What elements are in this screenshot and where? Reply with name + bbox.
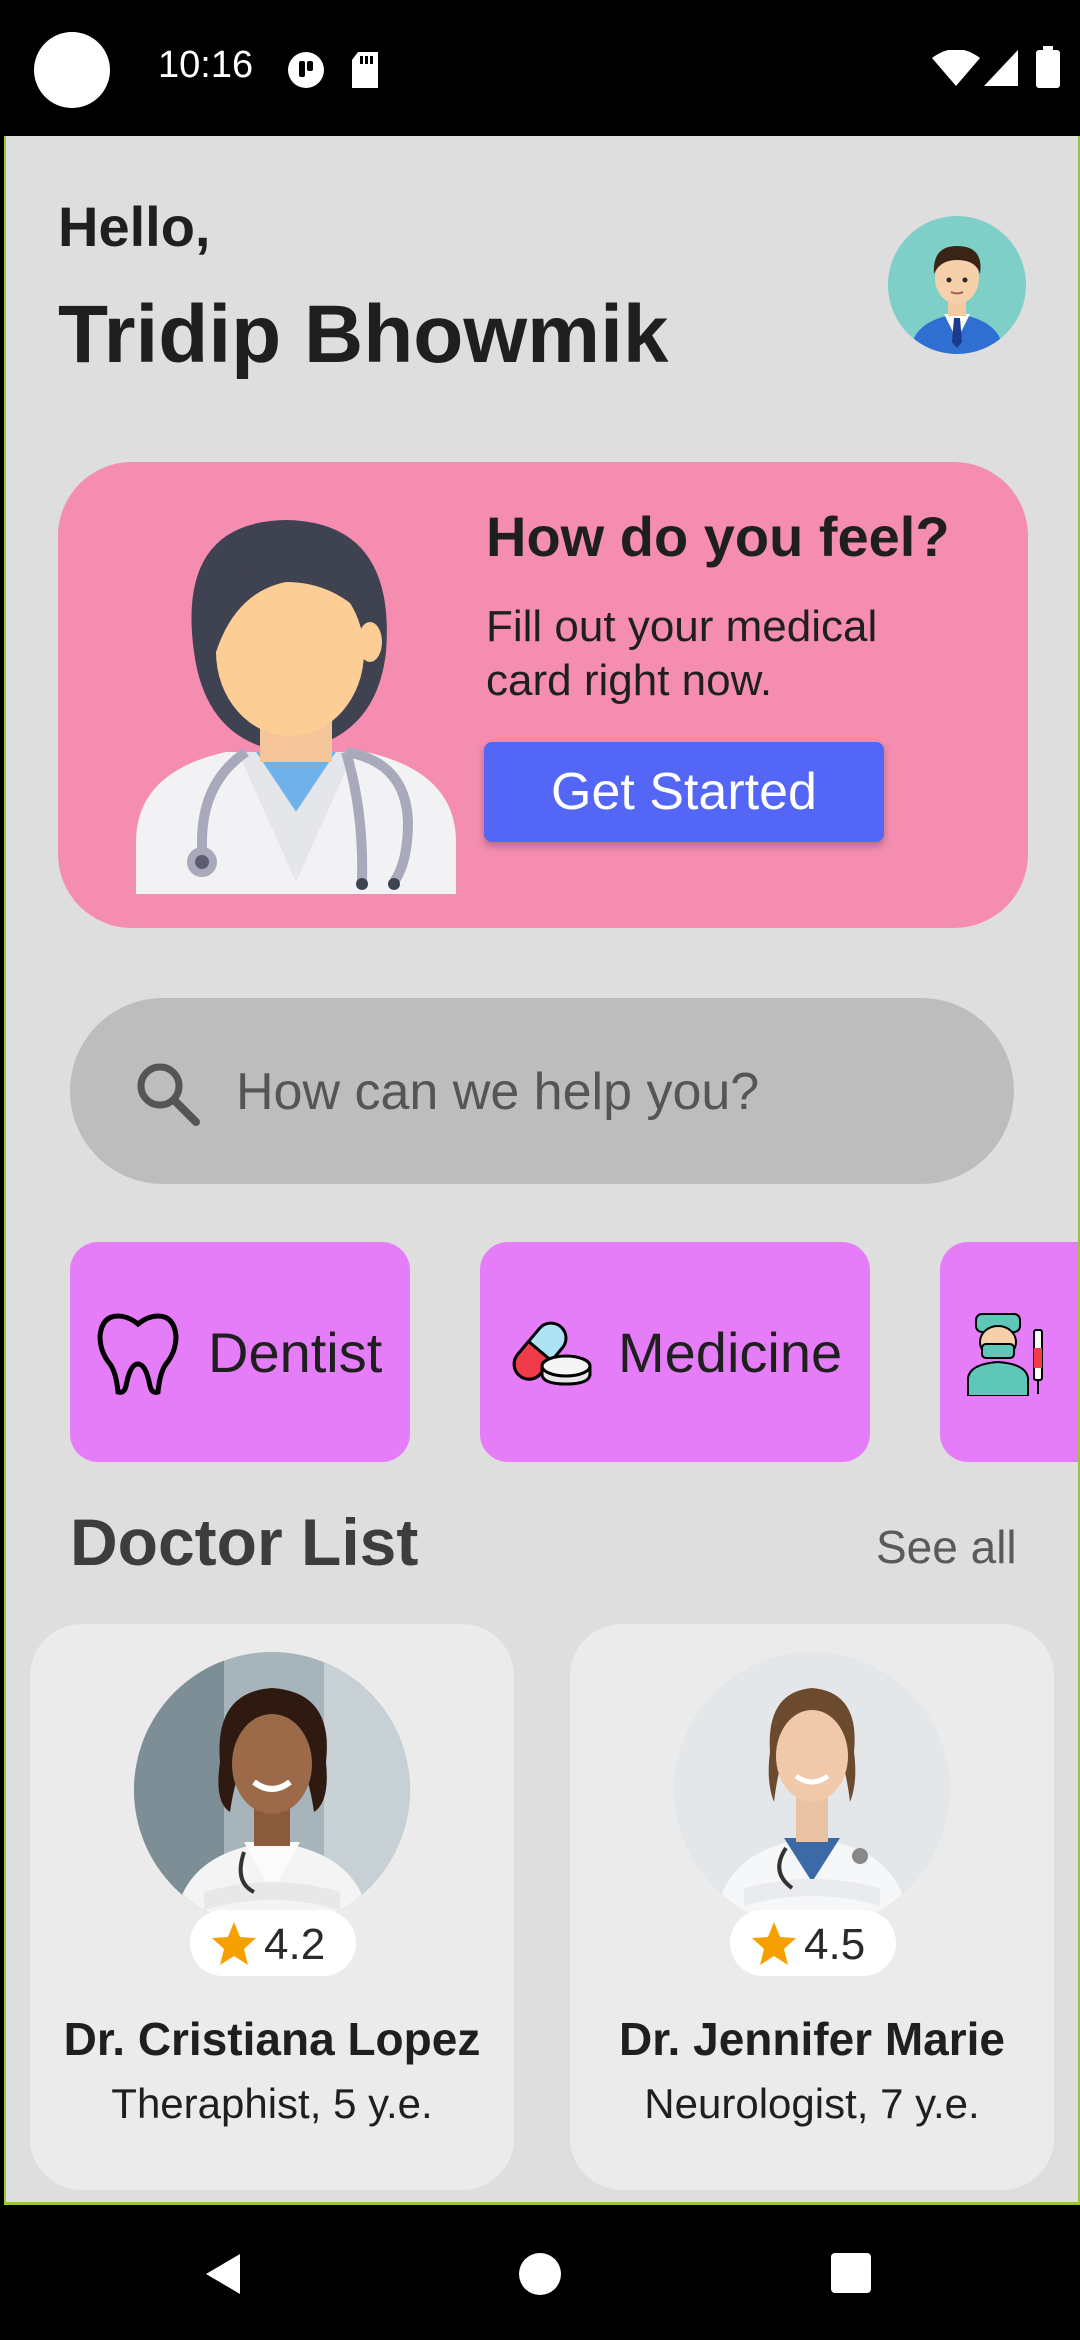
category-label: Dentist [208, 1321, 383, 1384]
doctor-card[interactable]: 4.2 Dr. Cristiana Lopez Theraphist, 5 y.… [30, 1624, 514, 2190]
doctor-illustration-icon [136, 520, 456, 894]
category-label: Medicine [618, 1321, 843, 1384]
doctor-photo [134, 1652, 410, 1928]
doctor-name: Dr. Jennifer Marie [618, 2013, 1006, 2065]
search-input[interactable] [234, 1056, 958, 1128]
rating-badge: 4.2 [190, 1910, 356, 1976]
surgeon-icon [967, 1313, 1043, 1396]
star-icon [212, 1922, 256, 1965]
doctor-card[interactable]: 4.5 Dr. Jennifer Marie Neurologist, 7 y.… [570, 1624, 1054, 2190]
device-frame: 10:16 Hello, Tridip Bhowmik How do you f… [0, 0, 1080, 2340]
rating-value: 4.2 [264, 1920, 326, 1969]
greeting-text: Hello, [58, 195, 211, 258]
user-avatar-icon[interactable] [888, 216, 1026, 354]
doctor-specialty: Neurologist, 7 y.e. [644, 2080, 980, 2127]
status-time: 10:16 [158, 44, 254, 86]
home-icon[interactable] [518, 2252, 562, 2296]
promo-text: Fill out your medical card right now. [486, 602, 878, 705]
sd-card-icon [352, 52, 378, 88]
category-dentist[interactable]: Dentist [70, 1242, 410, 1462]
see-all-link[interactable]: See all [876, 1520, 1017, 1574]
back-icon[interactable] [200, 2250, 248, 2298]
user-name: Tridip Bhowmik [58, 289, 669, 380]
notification-icon [288, 52, 324, 88]
star-icon [752, 1922, 796, 1965]
rating-badge: 4.5 [730, 1910, 896, 1976]
tooth-icon [97, 1313, 179, 1395]
doctor-specialty: Theraphist, 5 y.e. [111, 2080, 433, 2127]
promo-title: How do you feel? [486, 505, 950, 568]
wifi-icon [932, 50, 980, 86]
doctor-name: Dr. Cristiana Lopez [63, 2013, 481, 2065]
doctor-photo [674, 1652, 950, 1928]
status-bar: 10:16 [0, 0, 1080, 136]
camera-dot-icon [34, 32, 110, 108]
recents-icon[interactable] [830, 2252, 872, 2294]
pills-icon [512, 1321, 592, 1386]
get-started-button[interactable]: Get Started [484, 742, 884, 842]
app-screen: Hello, Tridip Bhowmik How do you feel? F… [4, 136, 1080, 2205]
signal-icon [984, 50, 1018, 86]
search-icon [137, 1063, 200, 1126]
promo-card: How do you feel? Fill out your medical c… [58, 462, 1028, 928]
doctor-list-title: Doctor List [70, 1505, 419, 1579]
rating-value: 4.5 [804, 1920, 866, 1969]
battery-icon [1036, 46, 1060, 88]
navigation-bar [0, 2206, 1080, 2340]
category-surgeon[interactable] [940, 1242, 1078, 1462]
search-bar[interactable] [70, 998, 1014, 1184]
category-medicine[interactable]: Medicine [480, 1242, 870, 1462]
